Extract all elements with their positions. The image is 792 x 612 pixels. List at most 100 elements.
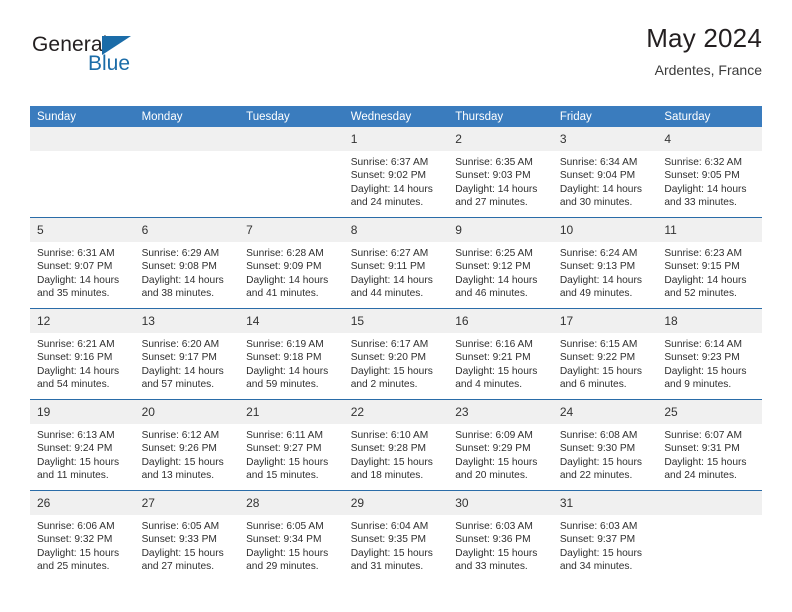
calendar-day-cell[interactable]: 25 Sunrise: 6:07 AM Sunset: 9:31 PM Dayligh… [657, 399, 762, 491]
daylight-text-line2: and 52 minutes. [664, 288, 737, 300]
day-number: 8 [343, 218, 449, 242]
sunset-text: Sunset: 9:22 PM [559, 352, 636, 364]
calendar-day-cell[interactable]: 31 Sunrise: 6:03 AM Sunset: 9:37 PM Dayligh… [552, 490, 658, 581]
calendar-day-cell[interactable]: 17 Sunrise: 6:15 AM Sunset: 9:22 PM Dayligh… [552, 308, 658, 400]
calendar-week-row: 12 Sunrise: 6:21 AM Sunset: 9:16 PM Dayligh… [30, 308, 762, 400]
sunrise-text: Sunrise: 6:35 AM [455, 157, 533, 168]
day-details: Sunrise: 6:15 AM Sunset: 9:22 PM Daylight:… [553, 333, 658, 392]
sunset-text: Sunset: 9:15 PM [664, 261, 740, 273]
calendar-day-cell[interactable]: 21 Sunrise: 6:11 AM Sunset: 9:27 PM Dayligh… [239, 399, 344, 491]
sunrise-text: Sunrise: 6:04 AM [350, 521, 429, 532]
day-number: 16 [448, 309, 553, 333]
day-details: Sunrise: 6:12 AM Sunset: 9:26 PM Daylight:… [135, 424, 240, 483]
sunset-text: Sunset: 9:34 PM [246, 534, 322, 546]
day-number [239, 127, 344, 151]
calendar-day-cell[interactable]: 23 Sunrise: 6:09 AM Sunset: 9:29 PM Dayligh… [448, 399, 553, 491]
day-number: 6 [134, 218, 240, 242]
sunset-text: Sunset: 9:03 PM [455, 170, 531, 182]
calendar-day-cell[interactable]: 29 Sunrise: 6:04 AM Sunset: 9:35 PM Dayligh… [343, 490, 449, 581]
daylight-text-line2: and 27 minutes. [141, 561, 215, 573]
sunset-text: Sunset: 9:18 PM [246, 352, 322, 364]
day-number: 25 [657, 400, 762, 424]
calendar-day-cell[interactable]: 7 Sunrise: 6:28 AM Sunset: 9:09 PM Daylight… [239, 217, 344, 309]
daylight-text-line1: Daylight: 15 hours [141, 547, 224, 559]
sunset-text: Sunset: 9:02 PM [350, 170, 427, 182]
daylight-text-line2: and 22 minutes. [559, 470, 633, 482]
sunset-text: Sunset: 9:04 PM [559, 170, 636, 182]
day-number: 19 [30, 400, 135, 424]
sunset-text: Sunset: 9:09 PM [246, 261, 322, 273]
day-details: Sunrise: 6:11 AM Sunset: 9:27 PM Daylight:… [239, 424, 344, 483]
day-details: Sunrise: 6:08 AM Sunset: 9:30 PM Daylight:… [553, 424, 658, 483]
sunset-text: Sunset: 9:08 PM [141, 261, 217, 273]
sunset-text: Sunset: 9:32 PM [37, 534, 113, 546]
daylight-text-line2: and 59 minutes. [246, 379, 319, 391]
calendar-week-row: 1 Sunrise: 6:37 AM Sunset: 9:02 PM Daylight… [30, 127, 762, 218]
calendar-day-cell[interactable]: 15 Sunrise: 6:17 AM Sunset: 9:20 PM Dayligh… [343, 308, 449, 400]
calendar-day-cell[interactable]: 30 Sunrise: 6:03 AM Sunset: 9:36 PM Dayligh… [448, 490, 553, 581]
calendar-day-cell[interactable]: 6 Sunrise: 6:29 AM Sunset: 9:08 PM Daylight… [134, 217, 240, 309]
daylight-text-line2: and 49 minutes. [559, 288, 633, 300]
calendar-day-cell[interactable]: 9 Sunrise: 6:25 AM Sunset: 9:12 PM Daylight… [448, 217, 553, 309]
calendar-day-cell[interactable]: 4 Sunrise: 6:32 AM Sunset: 9:05 PM Daylight… [657, 127, 762, 218]
calendar-day-cell[interactable]: 18 Sunrise: 6:14 AM Sunset: 9:23 PM Dayligh… [657, 308, 762, 400]
calendar-day-cell[interactable]: 12 Sunrise: 6:21 AM Sunset: 9:16 PM Dayligh… [30, 308, 135, 400]
calendar-day-cell[interactable]: 20 Sunrise: 6:12 AM Sunset: 9:26 PM Dayligh… [134, 399, 240, 491]
calendar-day-cell[interactable]: 24 Sunrise: 6:08 AM Sunset: 9:30 PM Dayligh… [552, 399, 658, 491]
calendar-day-cell[interactable]: 19 Sunrise: 6:13 AM Sunset: 9:24 PM Dayligh… [30, 399, 135, 491]
calendar-day-cell[interactable]: 27 Sunrise: 6:05 AM Sunset: 9:33 PM Dayligh… [134, 490, 240, 581]
calendar-day-cell[interactable]: 10 Sunrise: 6:24 AM Sunset: 9:13 PM Dayligh… [552, 217, 658, 309]
day-details: Sunrise: 6:27 AM Sunset: 9:11 PM Daylight:… [344, 242, 449, 301]
day-number: 30 [448, 491, 553, 515]
calendar-body: 1 Sunrise: 6:37 AM Sunset: 9:02 PM Daylight… [30, 127, 762, 581]
daylight-text-line2: and 24 minutes. [350, 197, 424, 209]
calendar-day-cell[interactable]: 22 Sunrise: 6:10 AM Sunset: 9:28 PM Dayligh… [343, 399, 449, 491]
calendar-day-cell[interactable]: 1 Sunrise: 6:37 AM Sunset: 9:02 PM Daylight… [343, 127, 449, 218]
calendar-day-cell[interactable]: 5 Sunrise: 6:31 AM Sunset: 9:07 PM Daylight… [30, 217, 135, 309]
daylight-text-line1: Daylight: 14 hours [455, 274, 538, 286]
daylight-text-line1: Daylight: 14 hours [559, 274, 642, 286]
day-number: 10 [552, 218, 658, 242]
calendar-day-cell[interactable]: 16 Sunrise: 6:16 AM Sunset: 9:21 PM Dayligh… [448, 308, 553, 400]
day-number: 31 [552, 491, 658, 515]
logo-text-blue: Blue [88, 52, 131, 75]
day-details: Sunrise: 6:17 AM Sunset: 9:20 PM Daylight:… [344, 333, 449, 392]
calendar-day-cell[interactable]: 28 Sunrise: 6:05 AM Sunset: 9:34 PM Dayligh… [239, 490, 344, 581]
calendar-day-cell[interactable]: 3 Sunrise: 6:34 AM Sunset: 9:04 PM Daylight… [552, 127, 658, 218]
sunset-text: Sunset: 9:21 PM [455, 352, 531, 364]
daylight-text-line1: Daylight: 14 hours [350, 274, 433, 286]
day-details: Sunrise: 6:19 AM Sunset: 9:18 PM Daylight:… [239, 333, 344, 392]
calendar-day-cell[interactable]: 26 Sunrise: 6:06 AM Sunset: 9:32 PM Dayligh… [30, 490, 135, 581]
calendar-day-cell[interactable]: 14 Sunrise: 6:19 AM Sunset: 9:18 PM Dayligh… [239, 308, 344, 400]
day-number: 24 [552, 400, 658, 424]
daylight-text-line2: and 57 minutes. [141, 379, 215, 391]
daylight-text-line1: Daylight: 15 hours [455, 456, 538, 468]
daylight-text-line1: Daylight: 15 hours [350, 365, 433, 377]
daylight-text-line2: and 33 minutes. [664, 197, 737, 209]
calendar-day-cell[interactable]: 8 Sunrise: 6:27 AM Sunset: 9:11 PM Daylight… [343, 217, 449, 309]
calendar-day-cell[interactable]: 11 Sunrise: 6:23 AM Sunset: 9:15 PM Dayligh… [657, 217, 762, 309]
weekday-header-saturday: Saturday [657, 106, 762, 127]
calendar-day-cell[interactable]: 2 Sunrise: 6:35 AM Sunset: 9:03 PM Daylight… [448, 127, 553, 218]
day-details: Sunrise: 6:09 AM Sunset: 9:29 PM Daylight:… [448, 424, 553, 483]
calendar-day-cell[interactable]: 13 Sunrise: 6:20 AM Sunset: 9:17 PM Dayligh… [134, 308, 240, 400]
day-details: Sunrise: 6:04 AM Sunset: 9:35 PM Daylight:… [344, 515, 449, 574]
day-number: 1 [343, 127, 449, 151]
sunrise-text: Sunrise: 6:17 AM [350, 339, 429, 350]
daylight-text-line1: Daylight: 15 hours [350, 456, 433, 468]
day-details: Sunrise: 6:07 AM Sunset: 9:31 PM Daylight:… [657, 424, 762, 483]
sunrise-text: Sunrise: 6:25 AM [455, 248, 533, 259]
daylight-text-line2: and 44 minutes. [350, 288, 424, 300]
daylight-text-line1: Daylight: 15 hours [664, 365, 747, 377]
sunrise-text: Sunrise: 6:24 AM [559, 248, 638, 259]
sunrise-text: Sunrise: 6:06 AM [37, 521, 115, 532]
daylight-text-line2: and 46 minutes. [455, 288, 528, 300]
daylight-text-line2: and 9 minutes. [664, 379, 732, 391]
day-details: Sunrise: 6:06 AM Sunset: 9:32 PM Daylight:… [30, 515, 135, 574]
day-details: Sunrise: 6:37 AM Sunset: 9:02 PM Daylight:… [344, 151, 449, 210]
sunset-text: Sunset: 9:31 PM [664, 443, 740, 455]
daylight-text-line1: Daylight: 14 hours [664, 274, 747, 286]
day-details: Sunrise: 6:10 AM Sunset: 9:28 PM Daylight:… [344, 424, 449, 483]
sunrise-text: Sunrise: 6:28 AM [246, 248, 324, 259]
day-details: Sunrise: 6:03 AM Sunset: 9:36 PM Daylight:… [448, 515, 553, 574]
